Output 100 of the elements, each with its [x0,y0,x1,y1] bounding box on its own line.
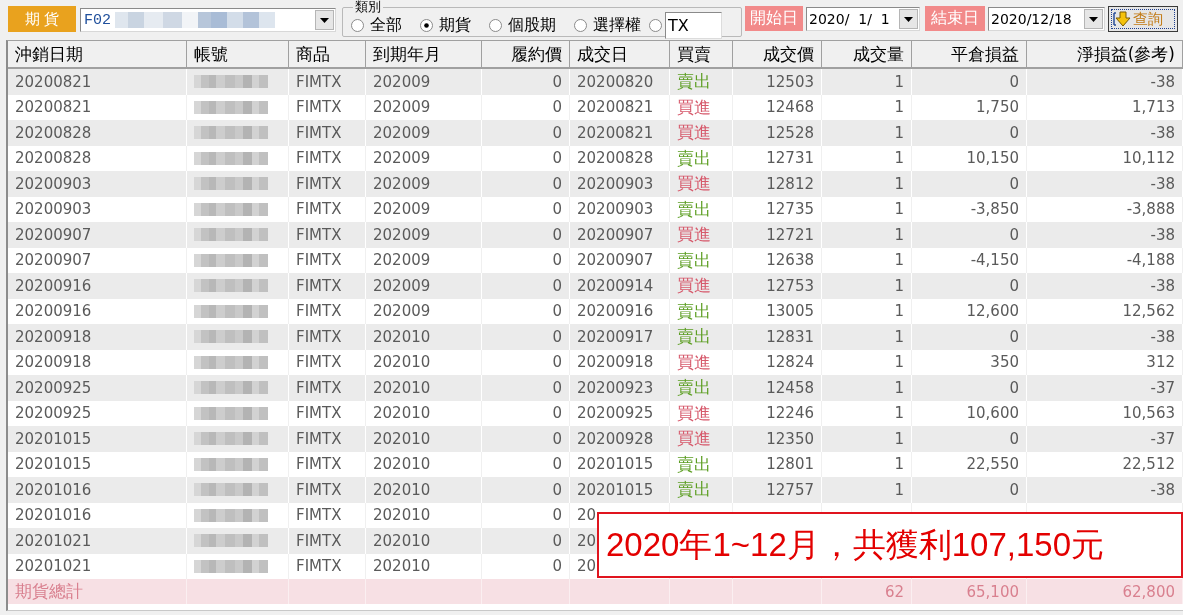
column-header: 淨損益(參考) [1027,41,1183,67]
expiry-month: 202010 [373,480,431,499]
net-profit-loss: 22,512 [1122,455,1175,474]
expiry-month: 202009 [373,225,431,244]
closing-profit-loss: 22,550 [966,455,1019,474]
closing-profit-loss: 0 [1009,225,1019,244]
strike-price: 0 [552,353,562,372]
product-code: FIMTX [296,455,342,474]
trade-date: 20200907 [577,225,654,244]
trade-price: 12246 [766,404,814,423]
closing-profit-loss: -4,150 [970,251,1019,270]
strike-price: 0 [552,429,562,448]
trade-date: 20200914 [577,276,654,295]
trade-side: 買進 [677,223,711,247]
expiry-month: 202009 [373,200,431,219]
column-header: 成交量 [822,41,912,67]
total-label: 期貨總計 [15,580,83,603]
expiry-month: 202010 [373,557,431,576]
trade-date: 20200828 [577,149,654,168]
product-code: FIMTX [296,98,342,117]
product-code: FIMTX [296,200,342,219]
trade-date: 20200928 [577,429,654,448]
trade-date: 20200917 [577,327,654,346]
end-date-picker[interactable]: 2020/12/18 [988,7,1105,31]
strike-price: 0 [552,302,562,321]
close-date: 20201015 [15,455,92,474]
trade-date: 20200925 [577,404,654,423]
trade-price: 12735 [766,200,814,219]
product-code: FIMTX [296,276,342,295]
expiry-month: 202010 [373,531,431,550]
group-legend: 類別 [353,0,383,14]
trade-side: 買進 [677,401,711,425]
expiry-month: 202009 [373,98,431,117]
total-trade-quantity: 62 [884,582,904,601]
expiry-month: 202010 [373,353,431,372]
strike-price: 0 [552,225,562,244]
trade-side: 賣出 [677,452,711,476]
expiry-month: 202009 [373,302,431,321]
closing-profit-loss: 1,750 [976,98,1019,117]
symbol-input-field[interactable]: TX [665,11,722,39]
closing-profit-loss: -3,850 [970,200,1019,219]
category-radio-option[interactable]: 個股期 [489,14,556,36]
product-code: FIMTX [296,429,342,448]
trade-price: 12731 [766,149,814,168]
net-profit-loss: -38 [1150,225,1175,244]
account-combo[interactable]: F02 [80,8,336,32]
column-header: 平倉損益 [912,41,1027,67]
trade-date: 20201015 [577,480,654,499]
expiry-month: 202009 [373,276,431,295]
column-header: 沖銷日期 [8,41,187,67]
strike-price: 0 [552,404,562,423]
trade-date: 20 [577,531,597,550]
strike-price: 0 [552,200,562,219]
strike-price: 0 [552,149,562,168]
dropdown-button[interactable] [315,10,334,30]
close-date: 20201016 [15,480,92,499]
product-code: FIMTX [296,149,342,168]
strike-price: 0 [552,506,562,525]
net-profit-loss: -38 [1150,276,1175,295]
dropdown-button[interactable] [1084,9,1103,29]
trade-quantity: 1 [894,98,904,117]
column-header: 帳號 [187,41,289,67]
net-profit-loss: -38 [1150,174,1175,193]
closing-profit-loss: 0 [1009,174,1019,193]
column-header: 買賣 [670,41,733,67]
trade-date: 20200821 [577,98,654,117]
column-header: 履約價 [482,41,570,67]
expiry-month: 202010 [373,378,431,397]
trade-price: 12458 [766,378,814,397]
strike-price: 0 [552,276,562,295]
market-label: 期 貨 [8,6,76,32]
start-date-picker[interactable]: 2020/ 1/ 1 [806,7,920,31]
trade-date: 20200916 [577,302,654,321]
category-radio-option[interactable]: 期貨 [420,14,471,36]
expiry-month: 202010 [373,429,431,448]
trade-quantity: 1 [894,429,904,448]
account-prefix: F02 [83,11,111,29]
column-header: 到期年月 [366,41,482,67]
strike-price: 0 [552,98,562,117]
caret-down-icon [320,17,329,23]
trade-date: 20200820 [577,72,654,91]
trade-quantity: 1 [894,353,904,372]
trade-quantity: 1 [894,225,904,244]
trade-price: 12721 [766,225,814,244]
product-code: FIMTX [296,251,342,270]
strike-price: 0 [552,455,562,474]
category-radio-option[interactable]: 全部 [351,14,402,36]
trade-price: 12468 [766,98,814,117]
trade-side: 賣出 [677,299,711,323]
radio-icon[interactable] [649,18,662,32]
dropdown-button[interactable] [899,9,918,29]
category-radio-option[interactable]: 選擇權 [574,14,641,36]
closing-profit-loss: 10,150 [966,149,1019,168]
trade-quantity: 1 [894,480,904,499]
close-date: 20201015 [15,429,92,448]
trade-quantity: 1 [894,149,904,168]
strike-price: 0 [552,378,562,397]
trade-date: 20 [577,557,597,576]
trade-date: 20200903 [577,174,654,193]
close-date: 20200907 [15,251,92,270]
